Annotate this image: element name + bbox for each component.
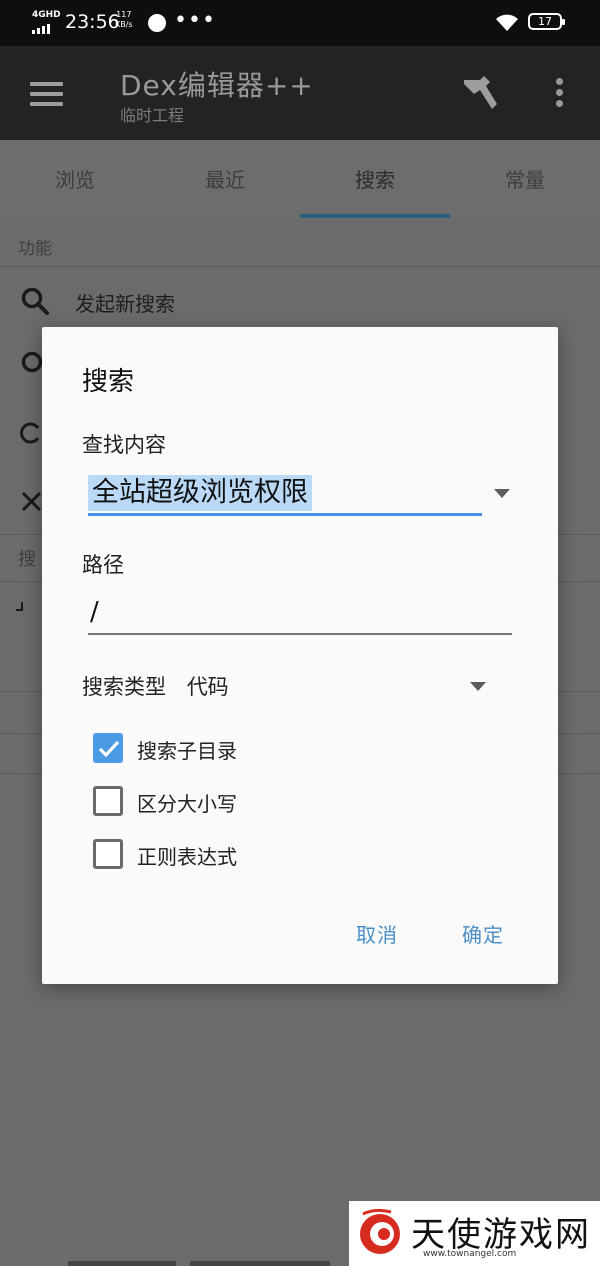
- active-tab-indicator: [300, 214, 450, 218]
- overflow-menu-icon[interactable]: [556, 78, 564, 108]
- search-icon-partial: [21, 351, 42, 373]
- battery-icon: 17: [528, 13, 565, 30]
- watermark: 天使游戏网 www.townangel.com: [349, 1201, 600, 1266]
- option-label: 搜索子目录: [137, 739, 237, 763]
- signal-icon: 4GHD: [32, 10, 61, 34]
- checkbox-unchecked[interactable]: [93, 839, 123, 869]
- search-type-label: 搜索类型: [82, 675, 166, 699]
- divider: [0, 266, 600, 267]
- section-label: 功能: [18, 239, 52, 259]
- path-input[interactable]: /: [88, 591, 514, 633]
- tab-browse[interactable]: 浏览: [0, 140, 150, 220]
- check-icon: [98, 740, 120, 758]
- network-type: 4GHD: [32, 10, 61, 20]
- list-item-label: 发起新搜索: [75, 292, 175, 316]
- option-label: 正则表达式: [137, 845, 237, 869]
- build-hammer-icon[interactable]: [460, 74, 500, 112]
- menu-icon[interactable]: [30, 82, 63, 106]
- watermark-url: www.townangel.com: [423, 1249, 517, 1259]
- notification-icon: [148, 14, 166, 32]
- refresh-icon: [20, 422, 40, 444]
- tab-recent[interactable]: 最近: [150, 140, 300, 220]
- option-label: 区分大小写: [137, 792, 237, 816]
- confirm-button[interactable]: 确定: [462, 919, 504, 948]
- dialog-title: 搜索: [82, 367, 135, 397]
- tab-constants[interactable]: 常量: [450, 140, 600, 220]
- find-content-underline: [88, 513, 482, 516]
- speed-unit: KB/s: [115, 20, 133, 29]
- more-notifications-icon: •••: [174, 8, 216, 33]
- status-bar: 4GHD 23:56 117 KB/s ••• 17: [0, 0, 600, 46]
- search-dialog: 搜索 查找内容 全站超级浏览权限 路径 / 搜索类型 代码 搜索子目录 区分大小…: [42, 327, 558, 984]
- corner-mark-icon: [16, 602, 23, 611]
- wifi-icon: [496, 14, 518, 31]
- path-label: 路径: [82, 553, 124, 577]
- find-content-input[interactable]: 全站超级浏览权限: [88, 475, 312, 511]
- find-content-label: 查找内容: [82, 433, 166, 457]
- checkbox-checked[interactable]: [93, 733, 123, 763]
- cancel-button[interactable]: 取消: [356, 919, 398, 948]
- nav-bar-segment: [190, 1261, 330, 1266]
- nav-bar-segment: [68, 1261, 176, 1266]
- speed-value: 117: [116, 10, 132, 19]
- app-subtitle: 临时工程: [120, 106, 185, 125]
- section-label-peek: 搜: [18, 549, 36, 570]
- app-title: Dex编辑器++: [120, 69, 314, 102]
- list-item-new-search[interactable]: 发起新搜索: [0, 268, 600, 332]
- clock: 23:56: [65, 11, 120, 33]
- search-type-row[interactable]: 搜索类型 代码: [82, 671, 243, 701]
- search-type-value: 代码: [186, 675, 229, 699]
- checkbox-unchecked[interactable]: [93, 786, 123, 816]
- search-type-dropdown-icon[interactable]: [470, 682, 486, 691]
- watermark-logo-icon: [360, 1208, 400, 1254]
- search-icon: [21, 287, 49, 315]
- path-underline: [88, 633, 512, 635]
- network-speed: 117 KB/s: [115, 10, 133, 30]
- tab-bar: 浏览 最近 搜索 常量: [0, 140, 600, 220]
- tab-search[interactable]: 搜索: [300, 140, 450, 220]
- find-history-dropdown-icon[interactable]: [494, 489, 510, 498]
- close-icon: [21, 491, 42, 512]
